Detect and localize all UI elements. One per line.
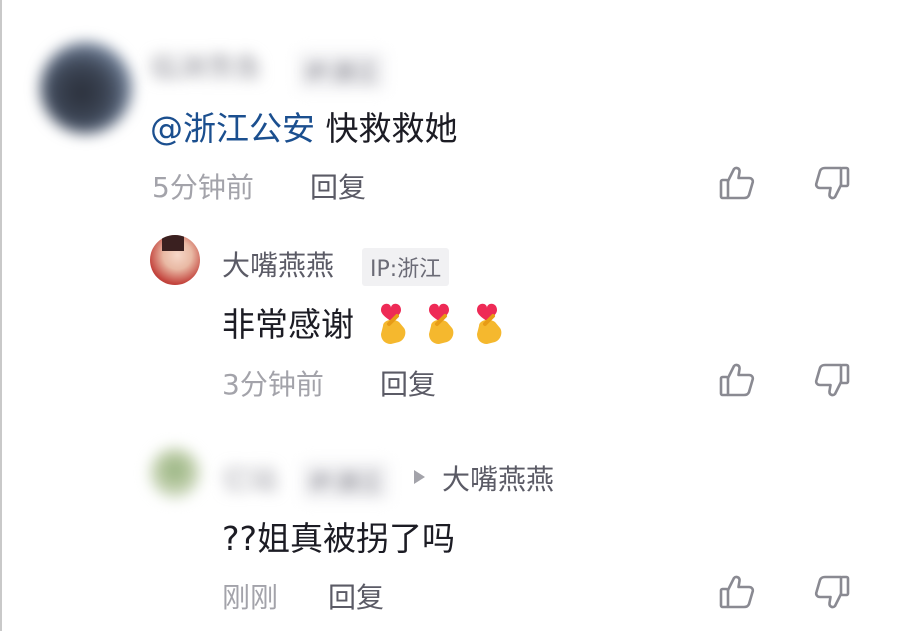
reply-to-username[interactable]: 大嘴燕燕	[442, 458, 554, 498]
avatar[interactable]	[150, 448, 200, 498]
reply-button[interactable]: 回复	[310, 166, 366, 206]
like-icon[interactable]	[717, 572, 757, 612]
comment-text: 非常感谢	[222, 298, 509, 346]
comment-body: 快救救她	[315, 109, 458, 148]
like-icon[interactable]	[717, 163, 757, 203]
dislike-icon[interactable]	[812, 163, 852, 203]
comment-body: 非常感谢	[222, 305, 354, 344]
comment-username[interactable]: 大嘴燕燕	[222, 244, 334, 284]
comment-timestamp: 3分钟前	[222, 368, 324, 401]
comment-body: ??姐真被拐了吗	[222, 519, 456, 558]
reply-arrow-icon	[414, 470, 425, 484]
reply-button[interactable]: 回复	[380, 363, 436, 403]
comment-timestamp: 刚刚	[222, 581, 279, 614]
finger-heart-emoji	[428, 303, 453, 344]
like-icon[interactable]	[717, 360, 757, 400]
dislike-icon[interactable]	[812, 572, 852, 612]
mention-link[interactable]: @浙江公安	[150, 109, 315, 148]
reply-button[interactable]: 回复	[328, 576, 384, 616]
comment-text: ??姐真被拐了吗	[222, 512, 455, 560]
comment-username[interactable]: 临渊羡鱼	[150, 46, 262, 86]
ip-location-tag: IP:浙江	[362, 248, 450, 286]
finger-heart-emoji	[476, 303, 501, 344]
avatar-redaction-mark	[162, 235, 184, 251]
avatar[interactable]	[40, 42, 132, 134]
comment-text: @浙江公安 快救救她	[150, 102, 458, 150]
ip-location-tag: IP:浙江	[298, 52, 386, 90]
comment-timestamp: 5分钟前	[152, 171, 254, 204]
finger-heart-emoji	[380, 303, 405, 344]
avatar[interactable]	[150, 235, 200, 285]
left-edge-border	[0, 0, 2, 631]
ip-location-tag: IP:浙江	[302, 462, 390, 500]
comment-username[interactable]: 亿站	[222, 458, 278, 498]
dislike-icon[interactable]	[812, 360, 852, 400]
